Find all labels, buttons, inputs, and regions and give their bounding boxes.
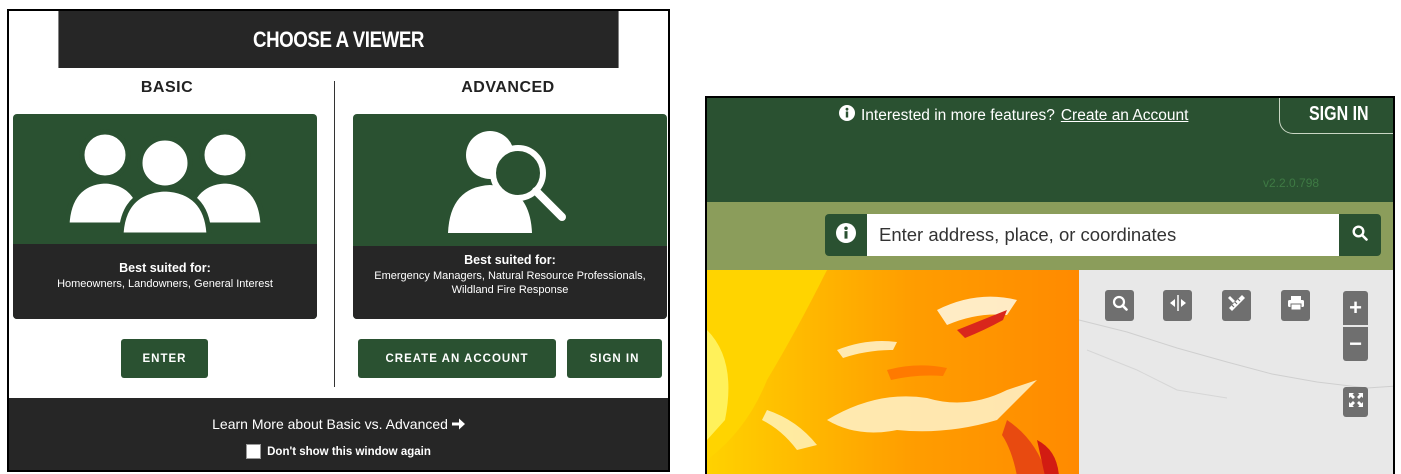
minus-icon: −: [1349, 331, 1362, 356]
enter-button[interactable]: ENTER: [121, 339, 208, 378]
arrow-right-icon: [451, 416, 465, 432]
zoom-in-button[interactable]: +: [1343, 291, 1368, 325]
basic-best-suited-label: Best suited for:: [119, 261, 211, 275]
map-viewer: Interested in more features? Create an A…: [705, 96, 1395, 474]
dont-show-label: Don't show this window again: [267, 445, 431, 458]
info-circle-icon: [836, 222, 856, 248]
basic-best-suited-text: Homeowners, Landowners, General Interest: [57, 278, 273, 290]
zoom-out-button[interactable]: −: [1343, 327, 1368, 361]
column-divider: [334, 81, 335, 387]
viewer-header: Interested in more features? Create an A…: [707, 98, 1393, 202]
learn-more-text: Learn More about Basic vs. Advanced: [212, 416, 448, 432]
advanced-heading: ADVANCED: [461, 79, 555, 96]
fullscreen-button[interactable]: [1343, 387, 1368, 417]
search-box: [825, 214, 1381, 256]
user-search-icon: [353, 114, 667, 246]
sign-in-button[interactable]: SIGN IN: [567, 339, 662, 378]
advanced-best-suited-line2: Wildland Fire Response: [451, 284, 569, 296]
search-icon: [1352, 224, 1368, 246]
learn-more-link[interactable]: Learn More about Basic vs. Advanced: [9, 416, 668, 432]
zoom-to-icon: [1112, 295, 1128, 316]
basic-description: Best suited for: Homeowners, Landowners,…: [13, 244, 317, 319]
zoom-to-tool-button[interactable]: [1105, 290, 1134, 321]
advanced-best-suited-line1: Emergency Managers, Natural Resource Pro…: [374, 270, 646, 282]
basic-card[interactable]: Best suited for: Homeowners, Landowners,…: [13, 114, 317, 319]
print-tool-button[interactable]: [1281, 290, 1310, 321]
print-icon: [1287, 295, 1305, 316]
choose-viewer-dialog: CHOOSE A VIEWER BASIC ADVANCED Best suit…: [7, 9, 670, 472]
dont-show-checkbox[interactable]: [246, 444, 262, 459]
info-circle-icon: [839, 105, 855, 126]
dialog-footer: Learn More about Basic vs. Advanced Don'…: [9, 398, 668, 470]
dialog-title: CHOOSE A VIEWER: [58, 11, 619, 68]
expand-icon: [1348, 392, 1363, 412]
swipe-tool-button[interactable]: [1163, 290, 1192, 321]
measure-tool-button[interactable]: [1222, 290, 1251, 321]
create-account-link[interactable]: Create an Account: [1061, 107, 1189, 125]
advanced-best-suited-label: Best suited for:: [464, 253, 556, 267]
search-bar: [707, 202, 1393, 270]
create-account-button[interactable]: CREATE AN ACCOUNT: [358, 339, 556, 378]
measure-icon: [1227, 293, 1247, 318]
header-sign-in-label: SIGN IN: [1309, 103, 1369, 125]
search-info-button[interactable]: [825, 214, 867, 256]
account-prompt: Interested in more features? Create an A…: [839, 105, 1188, 126]
search-button[interactable]: [1339, 214, 1381, 256]
account-prompt-text: Interested in more features?: [861, 106, 1055, 124]
search-input[interactable]: [867, 214, 1339, 256]
dont-show-option: Don't show this window again: [9, 444, 668, 459]
advanced-description: Best suited for: Emergency Managers, Nat…: [353, 246, 667, 319]
map-canvas[interactable]: + −: [707, 270, 1393, 474]
plus-icon: +: [1349, 295, 1362, 320]
users-group-icon: [13, 114, 317, 242]
swipe-icon: [1169, 294, 1187, 317]
version-label: v2.2.0.798: [1263, 176, 1320, 190]
header-sign-in-button[interactable]: SIGN IN: [1279, 98, 1393, 134]
advanced-card[interactable]: Best suited for: Emergency Managers, Nat…: [353, 114, 667, 319]
basic-heading: BASIC: [140, 79, 194, 96]
